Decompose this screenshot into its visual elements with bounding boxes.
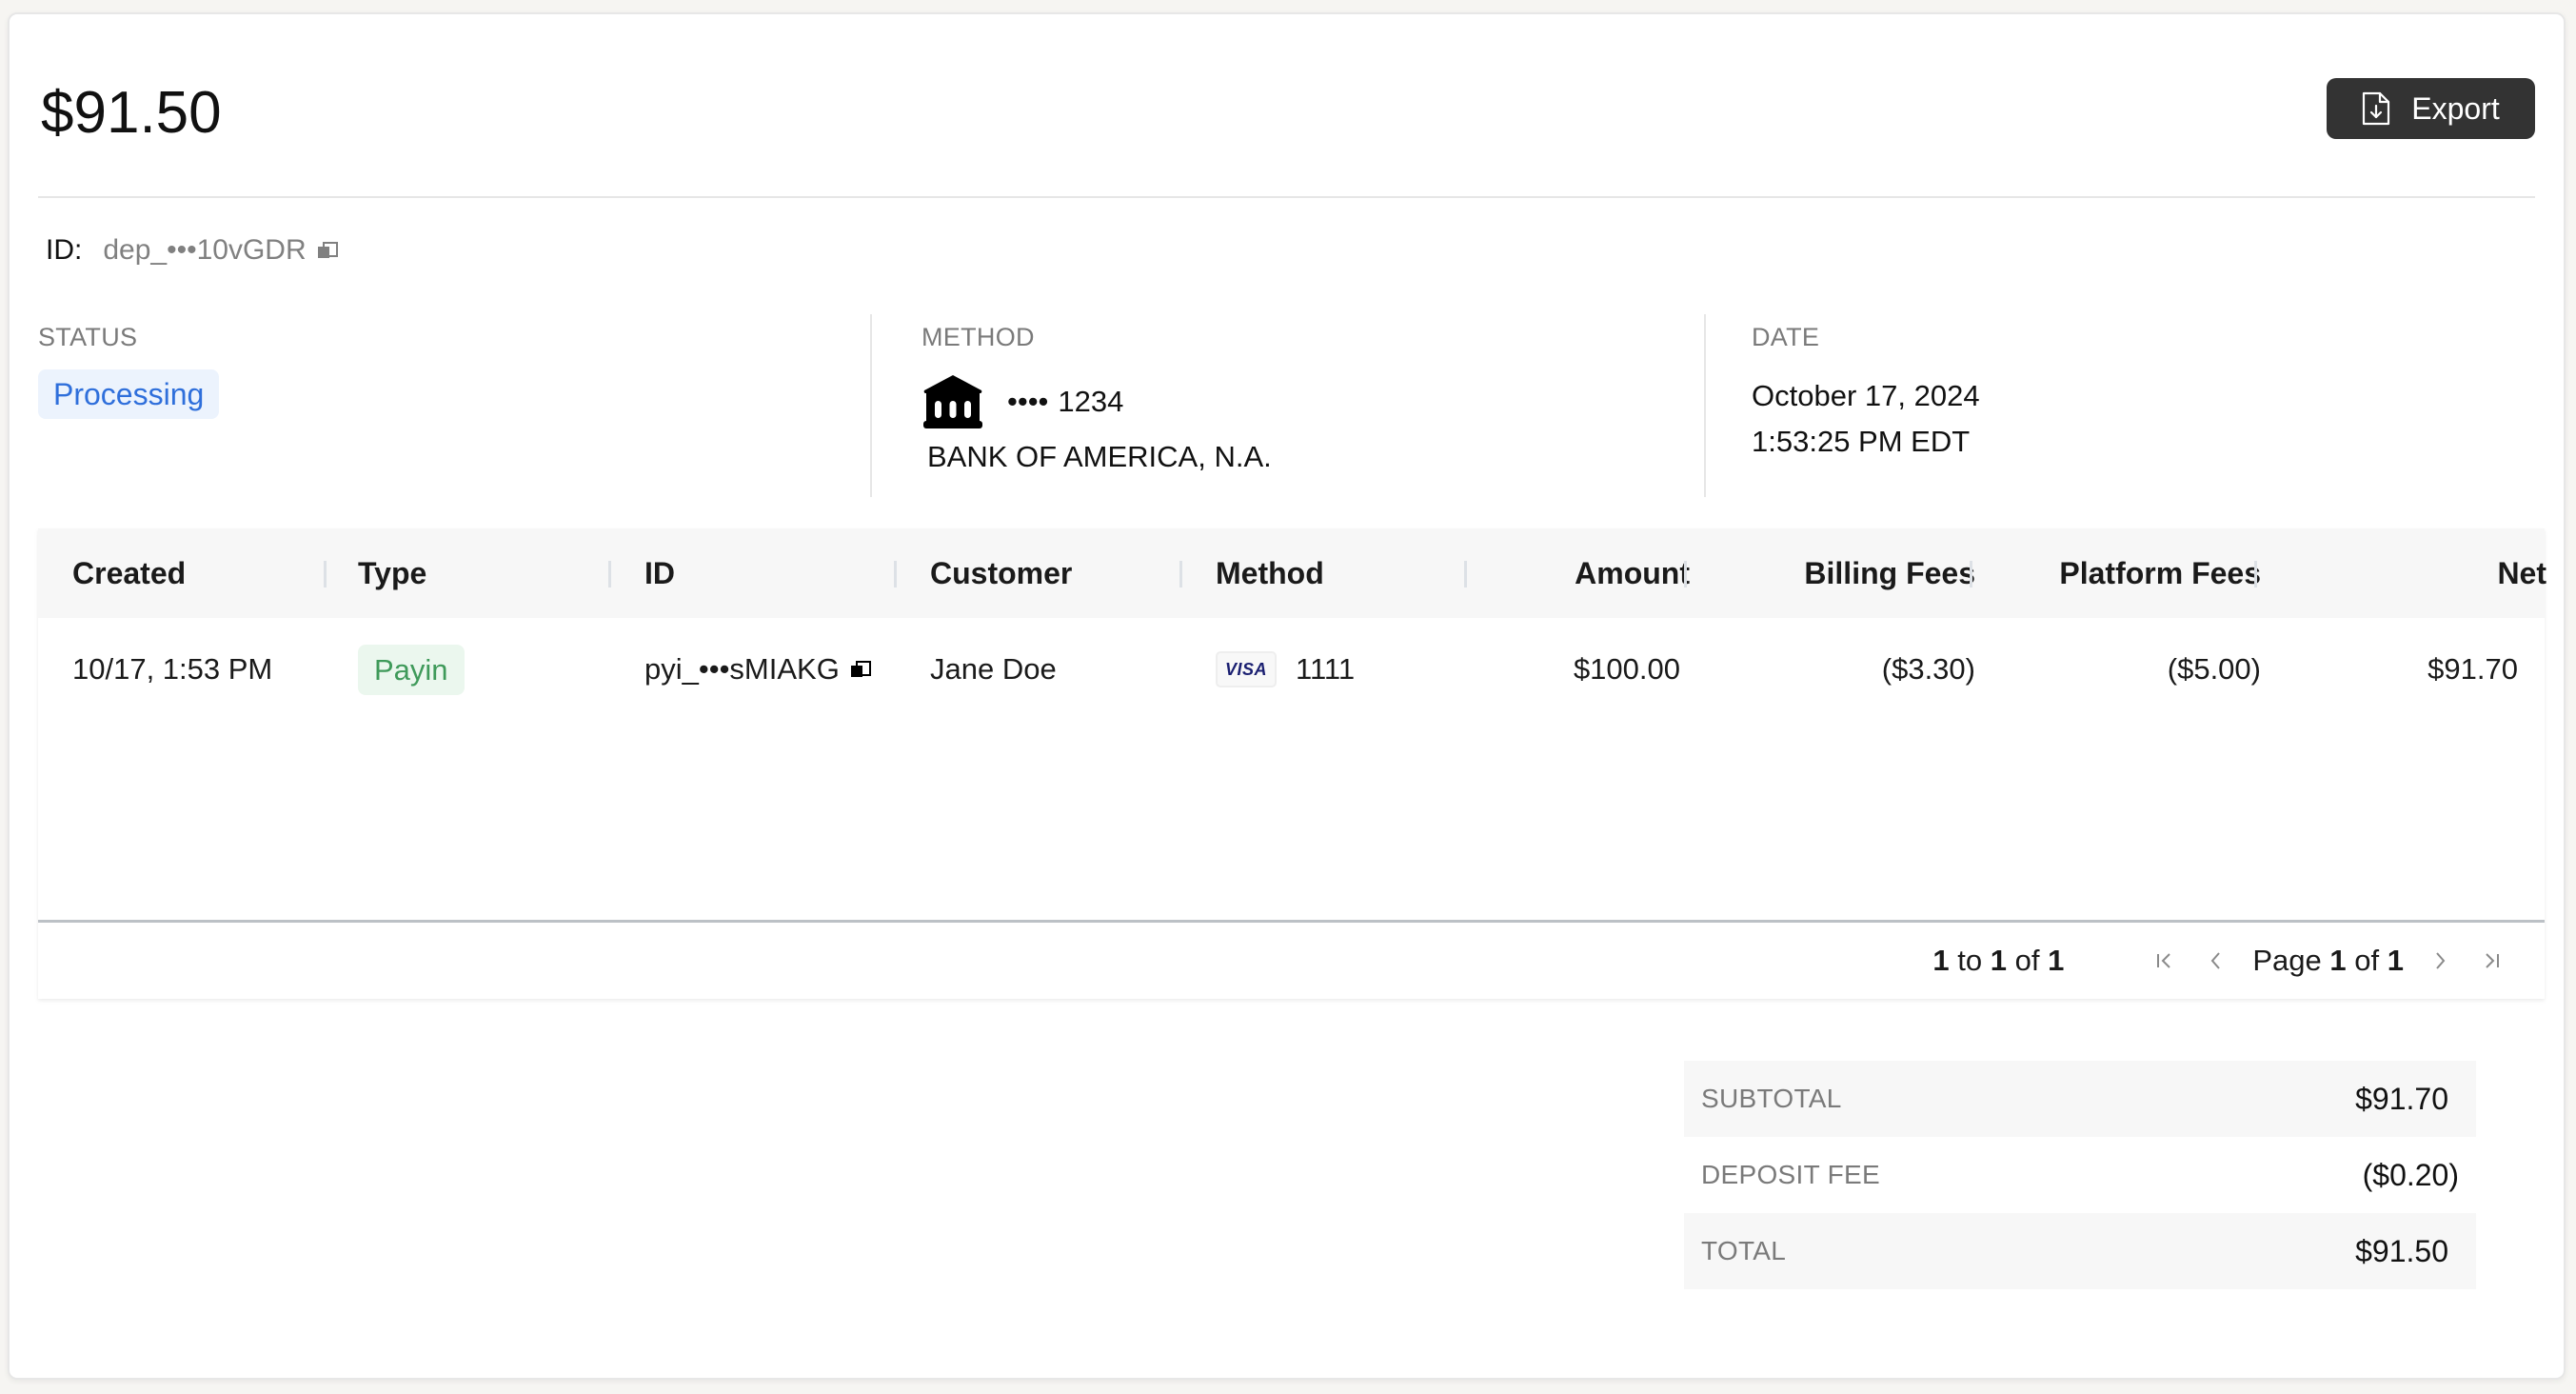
status-label: STATUS [38,323,138,351]
column-header-created[interactable]: Created [72,528,186,618]
subtotal-row: SUBTOTAL $91.70 [1684,1061,2476,1137]
next-page-button[interactable] [2421,950,2459,971]
column-resize-handle[interactable] [1464,561,1467,587]
column-resize-handle[interactable] [324,561,327,587]
bank-name: BANK OF AMERICA, N.A. [927,440,1272,473]
last-page-icon [2486,953,2499,968]
type-badge: Payin [358,644,465,695]
column-header-customer[interactable]: Customer [930,528,1072,618]
column-resize-handle[interactable] [2254,561,2257,587]
total-row: TOTAL $91.50 [1684,1213,2476,1289]
row-count-summary: 1 to 1 of 1 [1932,944,2064,978]
last-page-button[interactable] [2472,950,2510,971]
column-header-method[interactable]: Method [1216,528,1324,618]
visa-card-icon: VISA [1216,651,1277,687]
column-header-type[interactable]: Type [358,528,426,618]
header-divider [38,196,2535,198]
copy-icon[interactable] [850,661,871,678]
method-label: METHOD [921,323,1035,351]
column-resize-handle[interactable] [1684,561,1687,587]
copy-icon[interactable] [317,242,338,259]
export-button-label: Export [2411,90,2500,126]
deposit-amount-title: $91.50 [41,80,222,146]
column-resize-handle[interactable] [1179,561,1182,587]
cell-amount: $100.00 [1573,652,1680,686]
range-to-word: to [1957,944,1983,977]
total-value: $91.50 [2355,1233,2448,1268]
bank-icon [923,375,982,428]
table-header: Created Type ID Customer Method Amount B… [38,528,2546,618]
subtotal-label: SUBTOTAL [1701,1084,1842,1113]
card-brand: VISA [1224,659,1267,679]
page-word: Page [2252,944,2322,977]
cell-platform-fees: ($5.00) [2167,652,2261,686]
cell-customer: Jane Doe [930,652,1057,686]
first-page-button[interactable] [2146,950,2184,971]
column-header-id[interactable]: ID [644,528,675,618]
cell-type: Payin [358,618,465,721]
id-label: ID: [46,234,83,266]
account-last4: 1234 [1058,385,1124,418]
column-header-platform-fees[interactable]: Platform Fees [1999,528,2261,618]
account-number: •••• 1234 [1007,385,1123,419]
account-mask: •••• [1007,385,1049,418]
first-page-icon [2157,953,2171,968]
range-from: 1 [1932,944,1950,977]
current-page: 1 [2329,944,2347,977]
column-header-billing-fees[interactable]: Billing Fees [1714,528,1975,618]
chevron-right-icon [2436,952,2446,969]
file-download-icon [2363,91,2390,126]
deposit-fee-row: DEPOSIT FEE ($0.20) [1684,1137,2476,1213]
column-header-net[interactable]: Net [2285,528,2546,618]
cell-method: VISA 1111 [1216,618,1355,721]
total-pages: 1 [2387,944,2404,977]
column-resize-handle[interactable] [608,561,611,587]
deposit-id-row: ID: dep_•••10vGDR [46,233,338,268]
column-resize-handle[interactable] [1970,561,1972,587]
time-value: 1:53:25 PM EDT [1752,425,1971,458]
method-section: METHOD •••• 1234 BANK OF AMERICA, N.A. [870,314,1704,497]
deposit-detail-card: $91.50 Export ID: dep_•••10vGDR STATUS P… [8,12,2566,1380]
cell-billing-fees: ($3.30) [1881,652,1975,686]
deposit-fee-label: DEPOSIT FEE [1701,1160,1880,1189]
column-header-amount[interactable]: Amount [1485,528,1690,618]
status-section: STATUS Processing [38,314,870,497]
range-of-word: of [2014,944,2040,977]
method-account: •••• 1234 [921,373,1704,430]
page-of-word: of [2354,944,2380,977]
totals-summary: SUBTOTAL $91.70 DEPOSIT FEE ($0.20) TOTA… [1684,1061,2476,1289]
page-indicator: Page 1 of 1 [2252,944,2404,978]
column-resize-handle[interactable] [894,561,897,587]
range-to: 1 [1990,944,2007,977]
range-total: 1 [2048,944,2065,977]
payin-id-text: pyi_•••sMIAKG [644,652,840,686]
previous-page-button[interactable] [2197,950,2235,971]
deposit-id-text: dep_•••10vGDR [103,234,307,266]
total-label: TOTAL [1701,1236,1787,1265]
export-button[interactable]: Export [2327,78,2535,139]
transactions-table: Created Type ID Customer Method Amount B… [38,528,2546,999]
cell-net: $91.70 [2427,652,2518,686]
cell-id: pyi_•••sMIAKG [644,618,871,721]
pagination-bar: 1 to 1 of 1 Page 1 of 1 [38,923,2545,999]
date-value: October 17, 2024 [1752,379,1980,412]
subtotal-value: $91.70 [2355,1081,2448,1116]
date-label: DATE [1752,323,1820,351]
deposit-id-value: dep_•••10vGDR [103,233,338,268]
chevron-left-icon [2211,952,2221,969]
deposit-fee-value: ($0.20) [2362,1157,2459,1192]
date-section: DATE October 17, 2024 1:53:25 PM EDT [1704,314,2532,497]
cell-created: 10/17, 1:53 PM [72,652,273,686]
card-last4: 1111 [1296,652,1356,686]
status-badge: Processing [38,369,220,419]
